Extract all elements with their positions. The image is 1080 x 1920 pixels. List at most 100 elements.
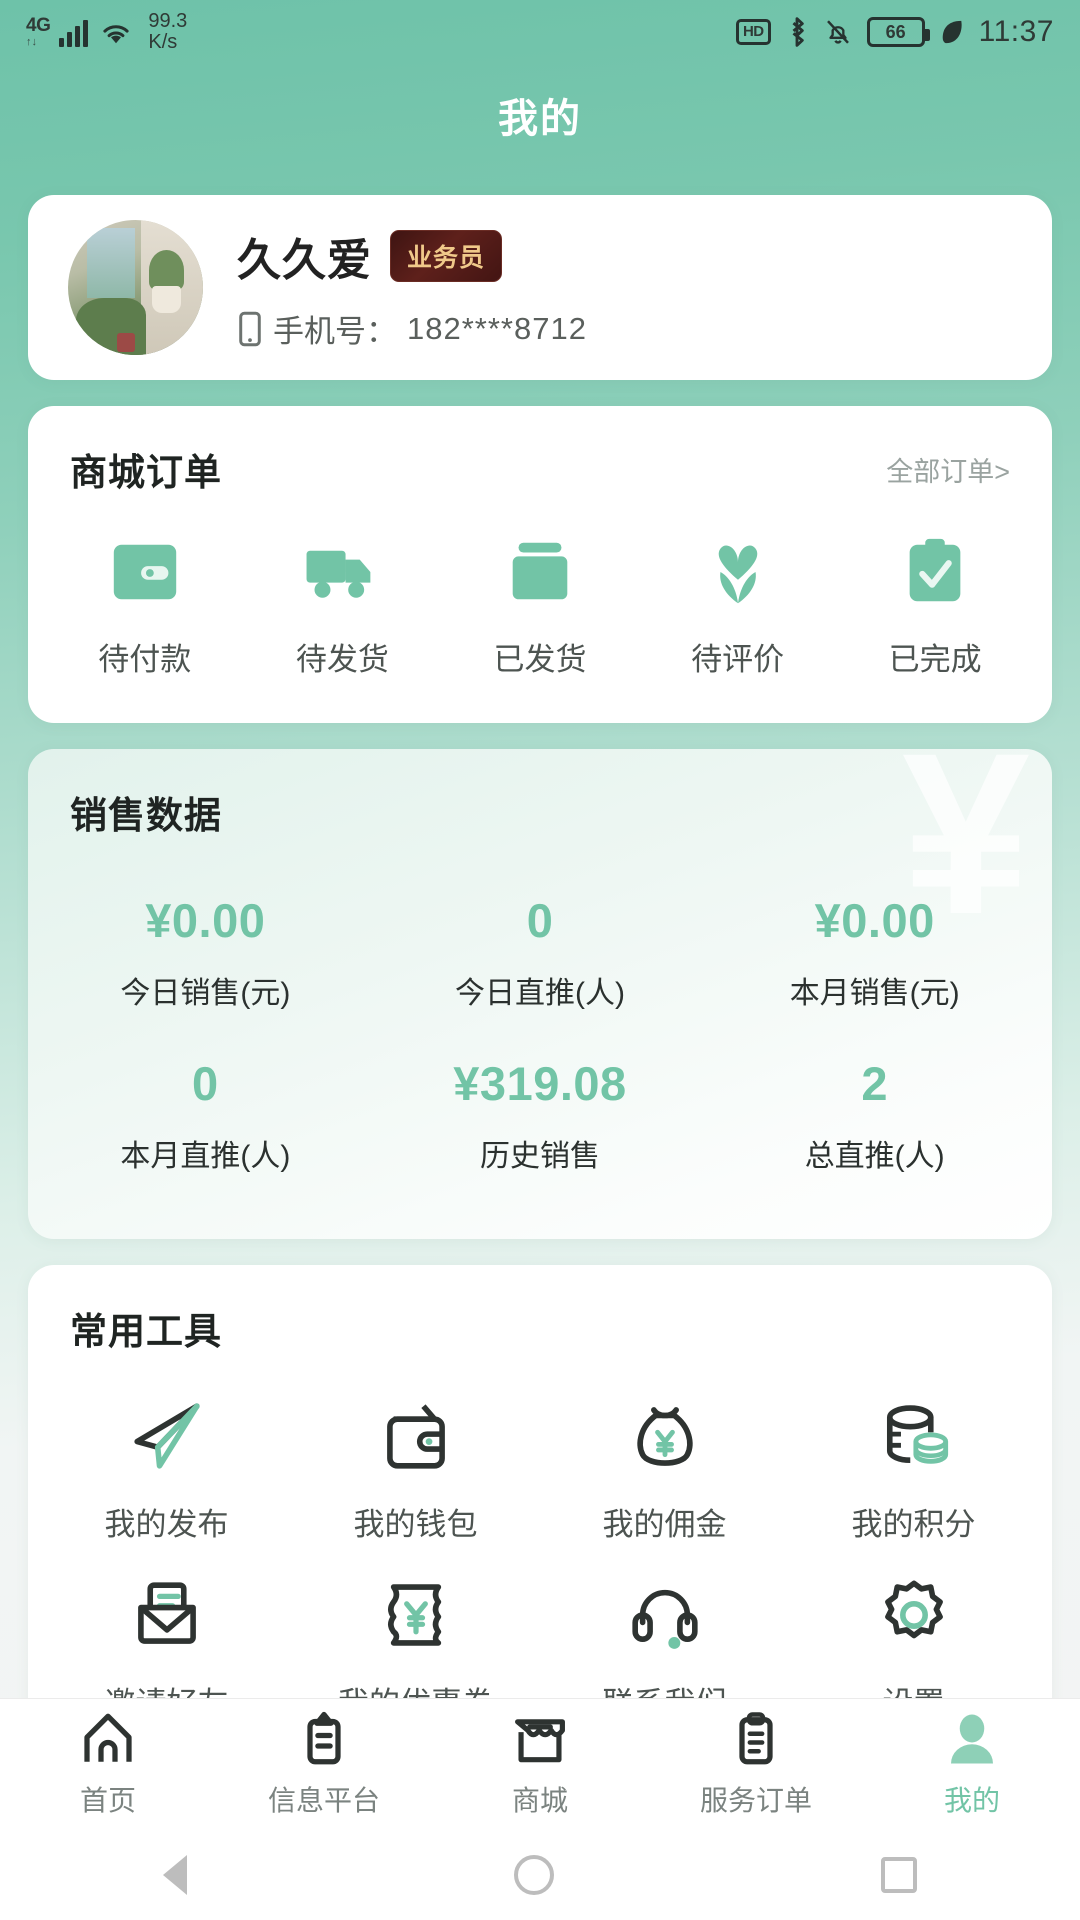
common-tools-header: 常用工具 — [28, 1265, 1052, 1361]
person-icon — [951, 1714, 993, 1763]
tab-home[interactable]: 首页 — [0, 1711, 216, 1819]
tab-label: 首页 — [79, 1784, 136, 1816]
order-status-pending-payment[interactable]: 待付款 — [46, 536, 244, 679]
network-type-label: 4G — [26, 15, 51, 36]
tab-label: 商城 — [511, 1784, 568, 1816]
stat-today-sales[interactable]: ¥0.00 今日销售(元) — [38, 871, 373, 1034]
mall-orders-title: 商城订单 — [70, 452, 222, 493]
tab-info-platform[interactable]: 信息平台 — [216, 1711, 432, 1819]
order-status-label: 已发货 — [493, 642, 587, 677]
tab-service-orders[interactable]: 服务订单 — [648, 1711, 864, 1819]
network-speed-value: 99.3 — [148, 10, 188, 32]
stat-label: 今日销售(元) — [120, 977, 291, 1010]
tab-profile[interactable]: 我的 — [864, 1711, 1080, 1819]
recents-square-icon[interactable] — [880, 1857, 917, 1893]
stat-month-sales[interactable]: ¥0.00 本月销售(元) — [707, 871, 1042, 1034]
order-list-icon — [739, 1711, 773, 1764]
box-icon — [512, 542, 568, 600]
bluetooth-icon — [792, 17, 804, 47]
clipboard-check-icon — [909, 538, 961, 602]
status-bar-left: 4G ↑↓ 99.3 K/s — [26, 11, 187, 53]
store-icon — [515, 1718, 565, 1762]
status-bar-right: HD 66 11:37 — [735, 15, 1054, 49]
stat-value: ¥319.08 — [453, 1057, 627, 1110]
network-speed: 99.3 K/s — [148, 11, 187, 53]
tool-my-points[interactable]: 我的积分 — [789, 1395, 1038, 1544]
tool-label: 我的钱包 — [353, 1507, 478, 1542]
network-speed-unit: K/s — [148, 31, 178, 53]
headset-icon — [631, 1589, 698, 1649]
order-status-label: 待评价 — [691, 642, 785, 677]
order-status-pending-shipment[interactable]: 待发货 — [244, 536, 442, 679]
mall-orders-header: 商城订单 全部订单> — [28, 406, 1052, 502]
phone-screen: 4G ↑↓ 99.3 K/s HD 66 11:37 我的 久久爱 业务员 手机… — [0, 0, 1080, 1920]
stat-value: 0 — [526, 894, 554, 947]
order-status-pending-review[interactable]: 待评价 — [639, 536, 837, 679]
profile-phone-row: 手机号： 182****8712 — [237, 306, 587, 351]
stat-label: 总直推(人) — [804, 1140, 945, 1173]
hd-icon: HD — [735, 19, 771, 45]
network-updown-icon: ↑↓ — [26, 36, 37, 48]
order-status-label: 待发货 — [295, 642, 389, 677]
avatar[interactable] — [68, 220, 203, 355]
profile-card[interactable]: 久久爱 业务员 手机号： 182****8712 — [28, 195, 1052, 380]
stat-history-sales[interactable]: ¥319.08 历史销售 — [373, 1034, 708, 1197]
tools-row-1: 我的发布 我的钱包 我的佣金 我的积分 — [42, 1395, 1038, 1544]
stat-value: 2 — [861, 1057, 888, 1110]
sales-data-title: 销售数据 — [70, 795, 222, 836]
order-status-row: 待付款 待发货 已发货 待评价 已完成 — [28, 502, 1052, 723]
back-triangle-icon[interactable] — [163, 1855, 188, 1895]
tab-label: 服务订单 — [699, 1784, 812, 1816]
status-bar: 4G ↑↓ 99.3 K/s HD 66 11:37 — [0, 0, 1080, 64]
stat-label: 今日直推(人) — [455, 977, 625, 1010]
tool-label: 我的发布 — [104, 1507, 229, 1542]
money-bag-icon — [636, 1407, 693, 1466]
status-bar-clock: 11:37 — [978, 15, 1054, 48]
tab-mall[interactable]: 商城 — [432, 1711, 648, 1819]
tool-my-posts[interactable]: 我的发布 — [42, 1395, 291, 1544]
tab-label: 我的 — [943, 1784, 1000, 1816]
order-status-label: 待付款 — [98, 642, 192, 677]
profile-name-row: 久久爱 业务员 — [237, 224, 587, 288]
stat-label: 本月销售(元) — [789, 977, 960, 1010]
tab-label: 信息平台 — [267, 1784, 380, 1816]
all-orders-link[interactable]: 全部订单> — [886, 450, 1010, 489]
stat-value: ¥0.00 — [814, 894, 935, 947]
gear-icon — [884, 1580, 943, 1639]
home-circle-icon[interactable] — [513, 1855, 554, 1895]
sales-data-card: ¥ 销售数据 ¥0.00 今日销售(元) 0 今日直推(人) ¥0.00 本月销… — [28, 749, 1052, 1239]
sales-stats-row-2: 0 本月直推(人) ¥319.08 历史销售 2 总直推(人) — [38, 1034, 1042, 1197]
tool-my-wallet[interactable]: 我的钱包 — [291, 1395, 540, 1544]
wifi-icon — [103, 25, 129, 44]
stat-month-referrals[interactable]: 0 本月直推(人) — [38, 1034, 373, 1197]
page-header: 我的 — [0, 72, 1080, 158]
bell-off-icon — [826, 20, 849, 44]
leaf-icon — [942, 20, 962, 44]
tool-my-commission[interactable]: 我的佣金 — [540, 1395, 789, 1544]
truck-icon — [306, 550, 371, 598]
coin-stack-icon — [886, 1405, 948, 1464]
order-status-shipped[interactable]: 已发货 — [441, 536, 639, 679]
stat-total-referrals[interactable]: 2 总直推(人) — [707, 1034, 1042, 1197]
role-badge: 业务员 — [390, 230, 503, 282]
order-status-completed[interactable]: 已完成 — [836, 536, 1034, 679]
bottom-tab-bar: 首页 信息平台 商城 服务订单 我的 — [0, 1698, 1080, 1830]
clipboard-icon — [307, 1711, 341, 1764]
scroll-content: 久久爱 业务员 手机号： 182****8712 商城订单 全部订单> 待付款 … — [0, 195, 1080, 1833]
signal-bars-icon — [59, 17, 89, 47]
order-status-label: 已完成 — [888, 642, 982, 677]
paper-plane-icon — [133, 1403, 200, 1469]
tool-label: 我的佣金 — [602, 1507, 727, 1542]
wallet-icon — [113, 544, 176, 600]
stat-today-referrals[interactable]: 0 今日直推(人) — [373, 871, 708, 1034]
wallet-outline-icon — [386, 1404, 445, 1469]
mall-orders-card: 商城订单 全部订单> 待付款 待发货 已发货 待评价 已完成 — [28, 406, 1052, 723]
sales-stats-row-1: ¥0.00 今日销售(元) 0 今日直推(人) ¥0.00 本月销售(元) — [38, 871, 1042, 1034]
profile-info: 久久爱 业务员 手机号： 182****8712 — [237, 224, 587, 351]
page-title: 我的 — [498, 97, 582, 141]
phone-number: 182****8712 — [407, 310, 587, 346]
system-navigation-bar — [0, 1830, 1080, 1920]
home-icon — [84, 1713, 132, 1762]
phone-label: 手机号： — [273, 314, 397, 349]
stat-label: 历史销售 — [480, 1140, 600, 1173]
